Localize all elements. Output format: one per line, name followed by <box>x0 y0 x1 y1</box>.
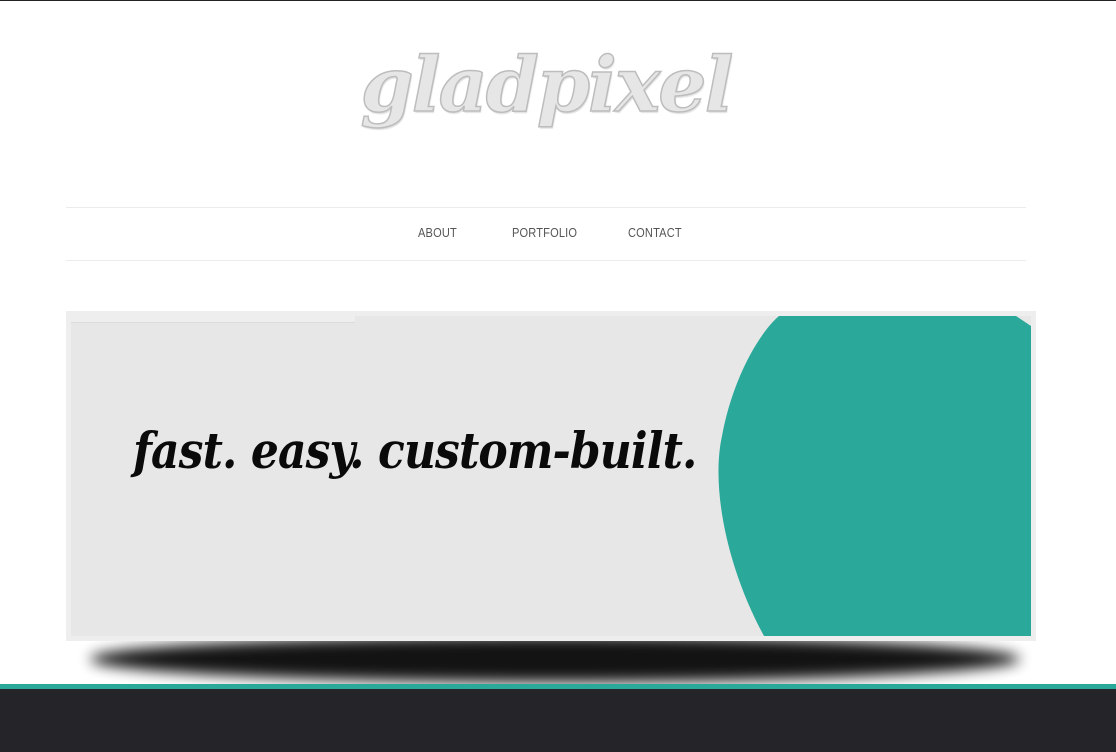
footer <box>0 689 1116 752</box>
hero-slide: fast. easy. custom-built. <box>71 316 1031 636</box>
page: gladpixel ABOUT PORTFOLIO CONTACT fast. … <box>0 0 1116 752</box>
banner-shadow <box>90 636 1020 682</box>
site-logo[interactable]: gladpixel <box>0 39 1092 130</box>
nav-link-portfolio[interactable]: PORTFOLIO <box>512 225 577 240</box>
hero-slider[interactable]: fast. easy. custom-built. <box>66 311 1036 641</box>
hero-tagline: fast. easy. custom-built. <box>133 421 697 480</box>
nav-link-contact[interactable]: CONTACT <box>628 225 682 240</box>
nav-link-about[interactable]: ABOUT <box>418 225 457 240</box>
top-border <box>0 0 1116 1</box>
main-nav: ABOUT PORTFOLIO CONTACT <box>66 207 1026 261</box>
